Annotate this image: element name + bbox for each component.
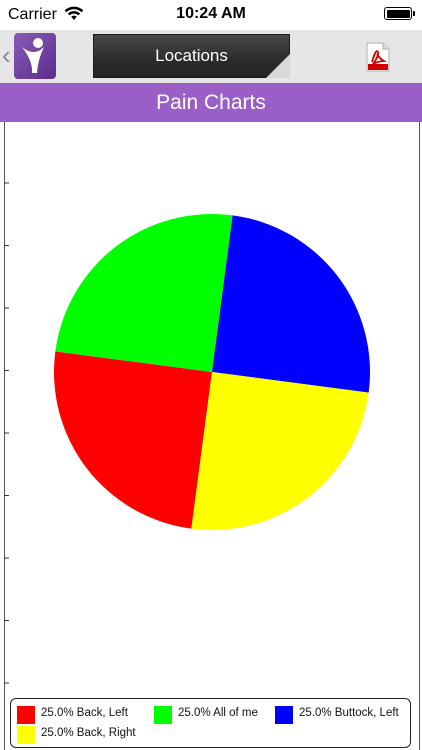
pie-slice-buttock-left	[212, 215, 371, 393]
page-title: Pain Charts	[156, 91, 266, 114]
status-bar: Carrier 10:24 AM	[0, 0, 422, 30]
chart-area: 25.0% Back, Left 25.0% All of me 25.0% But…	[0, 122, 422, 750]
legend-label: 25.0% Back, Right	[41, 727, 136, 739]
tab-locations[interactable]: Locations	[93, 34, 290, 78]
chart-legend: 25.0% Back, Left 25.0% All of me 25.0% But…	[10, 698, 411, 748]
pie-slice-back-right	[191, 372, 369, 531]
person-logo-icon[interactable]	[14, 33, 56, 79]
tab-locations-label: Locations	[155, 46, 228, 65]
pie-slice-back-left	[53, 351, 212, 529]
chevron-left-icon[interactable]: ‹	[2, 40, 11, 71]
status-time: 10:24 AM	[176, 5, 246, 22]
pie-chart	[4, 182, 371, 684]
legend-swatch	[17, 706, 35, 724]
legend-label: 25.0% Buttock, Left	[299, 707, 399, 719]
pie-slice-all-of-me	[55, 213, 233, 372]
legend-label: 25.0% Back, Left	[41, 707, 128, 719]
page-title-bar: Pain Charts	[0, 83, 422, 122]
pdf-icon[interactable]	[365, 42, 391, 72]
legend-swatch	[154, 706, 172, 724]
legend-swatch	[275, 706, 293, 724]
battery-icon	[384, 7, 415, 20]
navigation-bar: ‹ Locations	[0, 30, 422, 83]
legend-swatch	[17, 726, 35, 744]
legend-label: 25.0% All of me	[178, 707, 258, 719]
page-curl	[266, 54, 290, 78]
